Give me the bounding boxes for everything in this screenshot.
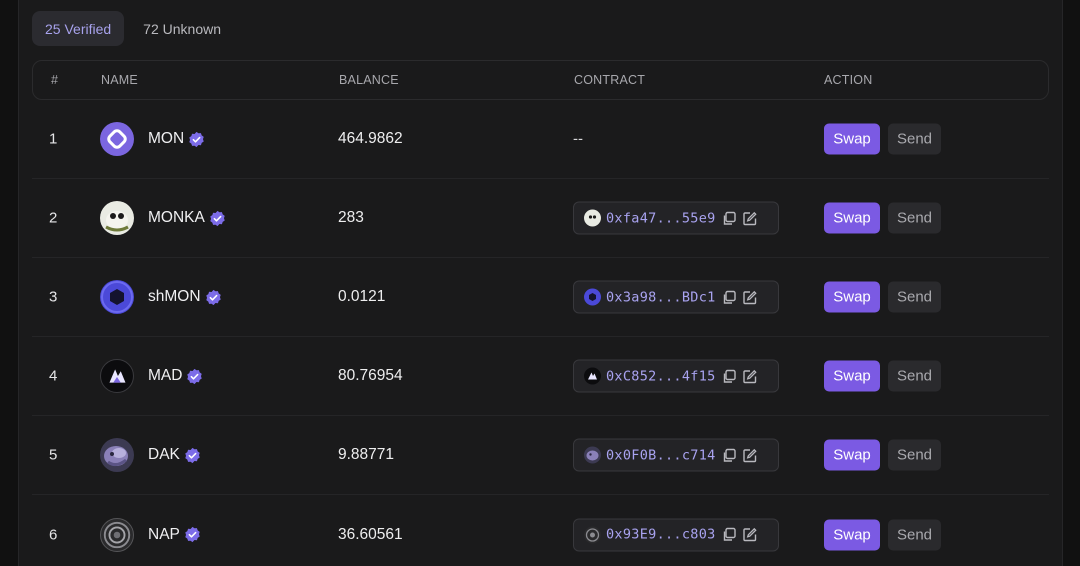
contract-address: 0x3a98...BDc1 [606, 289, 716, 305]
row-actions: Swap Send [824, 202, 941, 234]
table-header: # NAME BALANCE CONTRACT ACTION [32, 60, 1049, 100]
verified-badge-icon [184, 447, 201, 464]
edit-icon[interactable] [742, 368, 758, 384]
dak-logo-icon [584, 446, 601, 464]
token-name: DAK [148, 446, 180, 463]
column-header-balance: BALANCE [339, 73, 399, 87]
table-row: 3 shMON 0.0121 0x3a98...BDc1 Swap Send [32, 258, 1049, 337]
swap-button[interactable]: Swap [824, 360, 880, 392]
monka-logo-icon [584, 209, 601, 227]
mad-logo-icon [584, 367, 601, 385]
swap-button[interactable]: Swap [824, 439, 880, 471]
send-button[interactable]: Send [888, 123, 941, 155]
edit-icon[interactable] [742, 289, 758, 305]
row-index: 5 [49, 446, 58, 464]
contract-address: 0xfa47...55e9 [606, 210, 716, 226]
mad-logo-icon [100, 359, 134, 393]
contract-address: 0xC852...4f15 [606, 368, 716, 384]
token-balance: 36.60561 [338, 525, 403, 543]
tab-verified[interactable]: 25 Verified [32, 11, 125, 46]
token-name: MON [148, 130, 185, 147]
tab-unknown[interactable]: 72 Unknown [130, 11, 234, 46]
verified-badge-icon [186, 368, 203, 385]
column-header-contract: CONTRACT [574, 73, 646, 87]
verified-badge-icon [184, 526, 201, 543]
contract-address-chip: 0x93E9...c803 [573, 518, 779, 551]
token-balance: 9.88771 [338, 446, 395, 463]
send-button[interactable]: Send [888, 202, 941, 234]
edit-icon[interactable] [742, 210, 758, 226]
edit-icon[interactable] [742, 527, 758, 543]
row-actions: Swap Send [824, 281, 941, 313]
nap-logo-icon [100, 517, 134, 552]
swap-button[interactable]: Swap [824, 202, 880, 234]
row-actions: Swap Send [824, 360, 941, 392]
token-name-cell: MAD [100, 359, 203, 393]
verified-badge-icon [205, 289, 222, 306]
swap-button[interactable]: Swap [824, 281, 880, 313]
column-header-index: # [51, 73, 59, 87]
token-contract-empty: -- [573, 130, 583, 148]
contract-address-chip: 0x3a98...BDc1 [573, 280, 779, 314]
token-name: MAD [148, 367, 183, 384]
dak-logo-icon [100, 438, 134, 472]
edit-icon[interactable] [742, 447, 758, 463]
column-header-name: NAME [101, 73, 138, 87]
contract-address: 0x93E9...c803 [606, 526, 716, 543]
copy-icon[interactable] [721, 447, 737, 463]
token-name-cell: MONKA [100, 201, 226, 235]
row-index: 1 [49, 130, 58, 148]
row-index: 3 [49, 288, 58, 306]
contract-address-chip: 0xC852...4f15 [573, 359, 779, 393]
table-row: 6 NAP 36.60561 0x93E9...c803 Swap Send [32, 495, 1049, 566]
token-name: MONKA [148, 209, 205, 226]
verified-badge-icon [188, 131, 205, 148]
token-balance: 464.9862 [338, 130, 403, 147]
row-actions: Swap Send [824, 439, 941, 471]
send-button[interactable]: Send [888, 439, 941, 471]
token-filter-tabs: 25 Verified 72 Unknown [32, 11, 234, 46]
swap-button[interactable]: Swap [824, 519, 880, 550]
monka-logo-icon [100, 201, 134, 235]
token-name-cell: MON [100, 122, 205, 156]
table-row: 5 DAK 9.88771 0x0F0B...c714 Swap Send [32, 416, 1049, 495]
row-index: 4 [49, 367, 58, 385]
send-button[interactable]: Send [888, 360, 941, 392]
row-index: 6 [49, 526, 58, 543]
token-name-cell: shMON [100, 280, 222, 314]
copy-icon[interactable] [721, 368, 737, 384]
column-header-action: ACTION [824, 73, 873, 87]
verified-badge-icon [209, 210, 226, 227]
mon-logo-icon [100, 122, 134, 156]
swap-button[interactable]: Swap [824, 123, 880, 155]
table-row: 4 MAD 80.76954 0xC852...4f15 Swap Send [32, 337, 1049, 416]
copy-icon[interactable] [721, 210, 737, 226]
shmon-logo-icon [584, 288, 601, 306]
send-button[interactable]: Send [888, 519, 941, 550]
token-balance: 80.76954 [338, 367, 403, 384]
copy-icon[interactable] [721, 289, 737, 305]
token-name-cell: NAP [100, 517, 201, 552]
token-balance: 0.0121 [338, 288, 386, 305]
contract-address-chip: 0xfa47...55e9 [573, 201, 779, 235]
row-actions: Swap Send [824, 123, 941, 155]
shmon-logo-icon [100, 280, 134, 314]
row-index: 2 [49, 209, 58, 227]
table-row: 1 MON 464.9862 -- Swap Send [32, 100, 1049, 179]
token-name: shMON [148, 288, 201, 305]
token-name-cell: DAK [100, 438, 201, 472]
token-balance: 283 [338, 209, 364, 226]
row-actions: Swap Send [824, 519, 941, 550]
contract-address: 0x0F0B...c714 [606, 447, 716, 463]
nap-logo-icon [584, 526, 601, 543]
table-row: 2 MONKA 283 0xfa47...55e9 Swap Send [32, 179, 1049, 258]
token-name: NAP [148, 525, 180, 543]
contract-address-chip: 0x0F0B...c714 [573, 438, 779, 472]
send-button[interactable]: Send [888, 281, 941, 313]
copy-icon[interactable] [721, 527, 737, 543]
